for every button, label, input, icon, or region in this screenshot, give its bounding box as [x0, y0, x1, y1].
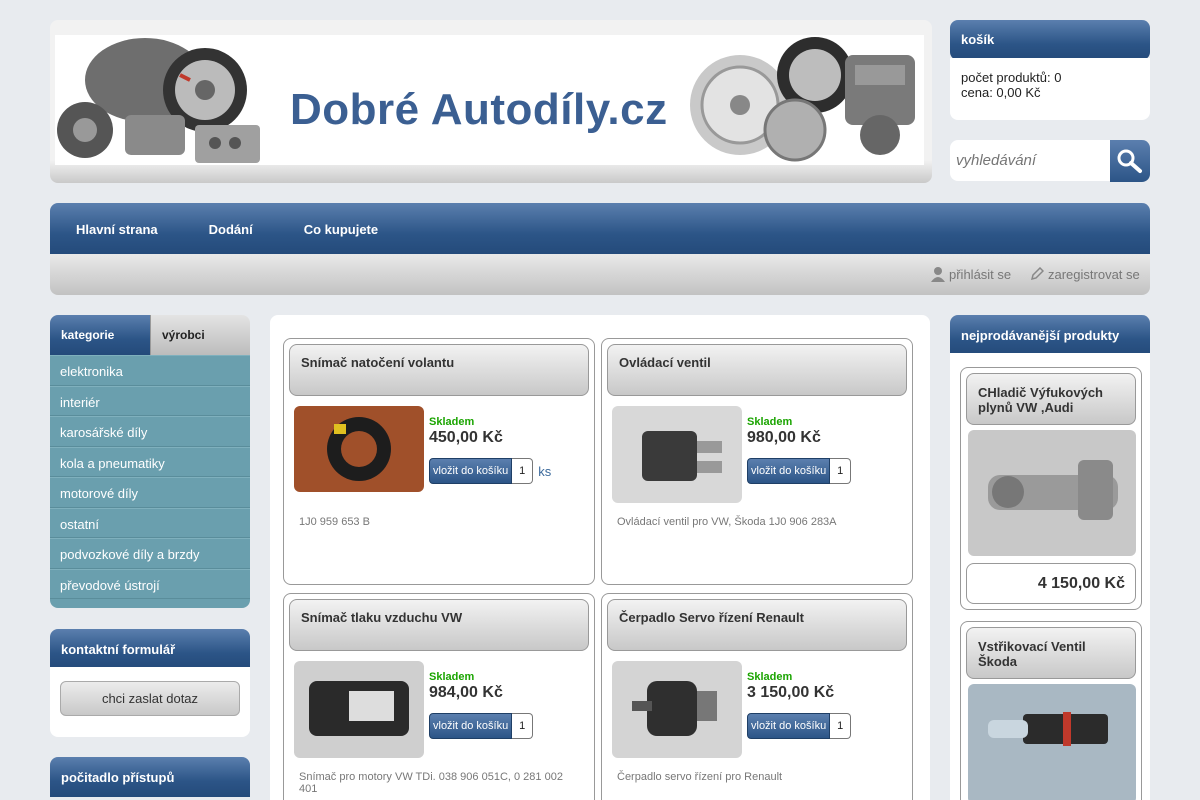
bestseller-image[interactable]	[968, 684, 1136, 800]
bestseller-title[interactable]: Vstřikovací Ventil Škoda	[966, 627, 1136, 679]
car-parts-image-left	[57, 38, 260, 163]
bestsellers-title: nejprodávanější produkty	[950, 315, 1150, 355]
cart-count: počet produktů: 0	[961, 70, 1062, 85]
product-price: 3 150,00 Kč	[747, 684, 835, 701]
stock-status: Skladem	[429, 671, 475, 683]
bestsellers-panel: CHladič Výfukových plynů VW ,Audi 4 150,…	[950, 353, 1150, 800]
product-title[interactable]: Snímač natočení volantu	[289, 344, 589, 396]
product-card: Snímač natočení volantu Skladem 450,00 K…	[283, 338, 595, 585]
user-icon	[931, 267, 945, 282]
cart-summary: počet produktů: 0 cena: 0,00 Kč	[950, 58, 1150, 120]
product-description: Čerpadlo servo řízení pro Renault	[617, 771, 783, 783]
product-image[interactable]	[294, 406, 424, 492]
product-description: Snímač pro motory VW TDi. 038 906 051C, …	[299, 771, 563, 795]
product-card: Ovládací ventil Skladem 980,00 Kč vložit…	[601, 338, 913, 585]
product-grid: Snímač natočení volantu Skladem 450,00 K…	[270, 315, 930, 800]
stock-status: Skladem	[747, 416, 793, 428]
register-link[interactable]: zaregistrovat se	[1048, 267, 1140, 282]
add-to-cart-button[interactable]: vložit do košíku	[747, 713, 831, 739]
contact-form-title: kontaktní formulář	[50, 629, 250, 669]
pencil-icon	[1030, 267, 1044, 281]
search-icon	[1117, 149, 1142, 173]
login-link[interactable]: přihlásit se	[949, 267, 1011, 282]
product-description: 1J0 959 653 B	[299, 516, 370, 528]
product-description: Ovládací ventil pro VW, Škoda 1J0 906 28…	[617, 516, 837, 528]
cart-price: cena: 0,00 Kč	[961, 85, 1041, 100]
search-input[interactable]	[956, 152, 1106, 169]
category-item[interactable]: podvozkové díly a brzdy	[50, 538, 250, 569]
product-price: 450,00 Kč	[429, 429, 503, 446]
add-to-cart-group: vložit do košíku 1	[747, 713, 852, 739]
product-title[interactable]: Snímač tlaku vzduchu VW	[289, 599, 589, 651]
category-item[interactable]: ostatní	[50, 507, 250, 538]
stock-status: Skladem	[429, 416, 475, 428]
product-title[interactable]: Ovládací ventil	[607, 344, 907, 396]
bestseller-card: Vstřikovací Ventil Škoda	[960, 621, 1142, 800]
add-to-cart-button[interactable]: vložit do košíku	[429, 458, 513, 484]
account-bar: přihlásit se zaregistrovat se	[50, 254, 1150, 295]
nav-home[interactable]: Hlavní strana	[50, 203, 183, 255]
site-logo-title: Dobré Autodíly.cz	[290, 85, 668, 134]
product-price: 984,00 Kč	[429, 684, 503, 701]
send-question-button[interactable]: chci zaslat dotaz	[60, 681, 240, 716]
category-item[interactable]: interiér	[50, 385, 250, 416]
visit-counter-title: počitadlo přístupů	[50, 757, 250, 797]
site-banner[interactable]: Dobré Autodíly.cz	[55, 35, 924, 165]
cart-title[interactable]: košík	[950, 20, 1150, 60]
main-navigation: Hlavní strana Dodání Co kupujete	[50, 203, 1150, 255]
search-button[interactable]	[1110, 140, 1150, 182]
product-image[interactable]	[612, 406, 742, 503]
product-image[interactable]	[612, 661, 742, 758]
product-title[interactable]: Čerpadlo Servo řízení Renault	[607, 599, 907, 651]
quantity-input[interactable]: 1	[830, 713, 852, 739]
add-to-cart-button[interactable]: vložit do košíku	[747, 458, 831, 484]
category-item[interactable]: kola a pneumatiky	[50, 446, 250, 477]
add-to-cart-group: vložit do košíku 1	[747, 458, 852, 484]
add-to-cart-group: vložit do košíku 1	[429, 713, 534, 739]
quantity-input[interactable]: 1	[830, 458, 852, 484]
product-card: Čerpadlo Servo řízení Renault Skladem 3 …	[601, 593, 913, 800]
bestseller-price: 4 150,00 Kč	[966, 563, 1136, 604]
category-list: elektronika interiér karosářské díly kol…	[50, 355, 250, 608]
add-to-cart-button[interactable]: vložit do košíku	[429, 713, 513, 739]
product-image[interactable]	[294, 661, 424, 758]
quantity-input[interactable]: 1	[512, 713, 534, 739]
bestseller-image[interactable]	[968, 430, 1136, 556]
tab-manufacturers[interactable]: výrobci	[150, 315, 250, 355]
nav-what-you-buy[interactable]: Co kupujete	[278, 203, 403, 255]
car-parts-image-right	[690, 37, 915, 162]
product-price: 980,00 Kč	[747, 429, 821, 446]
product-card: Snímač tlaku vzduchu VW Skladem 984,00 K…	[283, 593, 595, 800]
quantity-unit: ks	[538, 463, 552, 479]
stock-status: Skladem	[747, 671, 793, 683]
search-box	[950, 140, 1112, 181]
category-item[interactable]: karosářské díly	[50, 416, 250, 447]
bestseller-card: CHladič Výfukových plynů VW ,Audi 4 150,…	[960, 367, 1142, 610]
category-item[interactable]: elektronika	[50, 355, 250, 386]
quantity-input[interactable]: 1	[512, 458, 534, 484]
nav-delivery[interactable]: Dodání	[183, 203, 278, 255]
bestseller-title[interactable]: CHladič Výfukových plynů VW ,Audi	[966, 373, 1136, 425]
category-item[interactable]: motorové díly	[50, 477, 250, 508]
tab-categories[interactable]: kategorie	[50, 315, 150, 355]
add-to-cart-group: vložit do košíku 1 ks	[429, 458, 551, 484]
category-item[interactable]: převodové ústrojí	[50, 568, 250, 599]
